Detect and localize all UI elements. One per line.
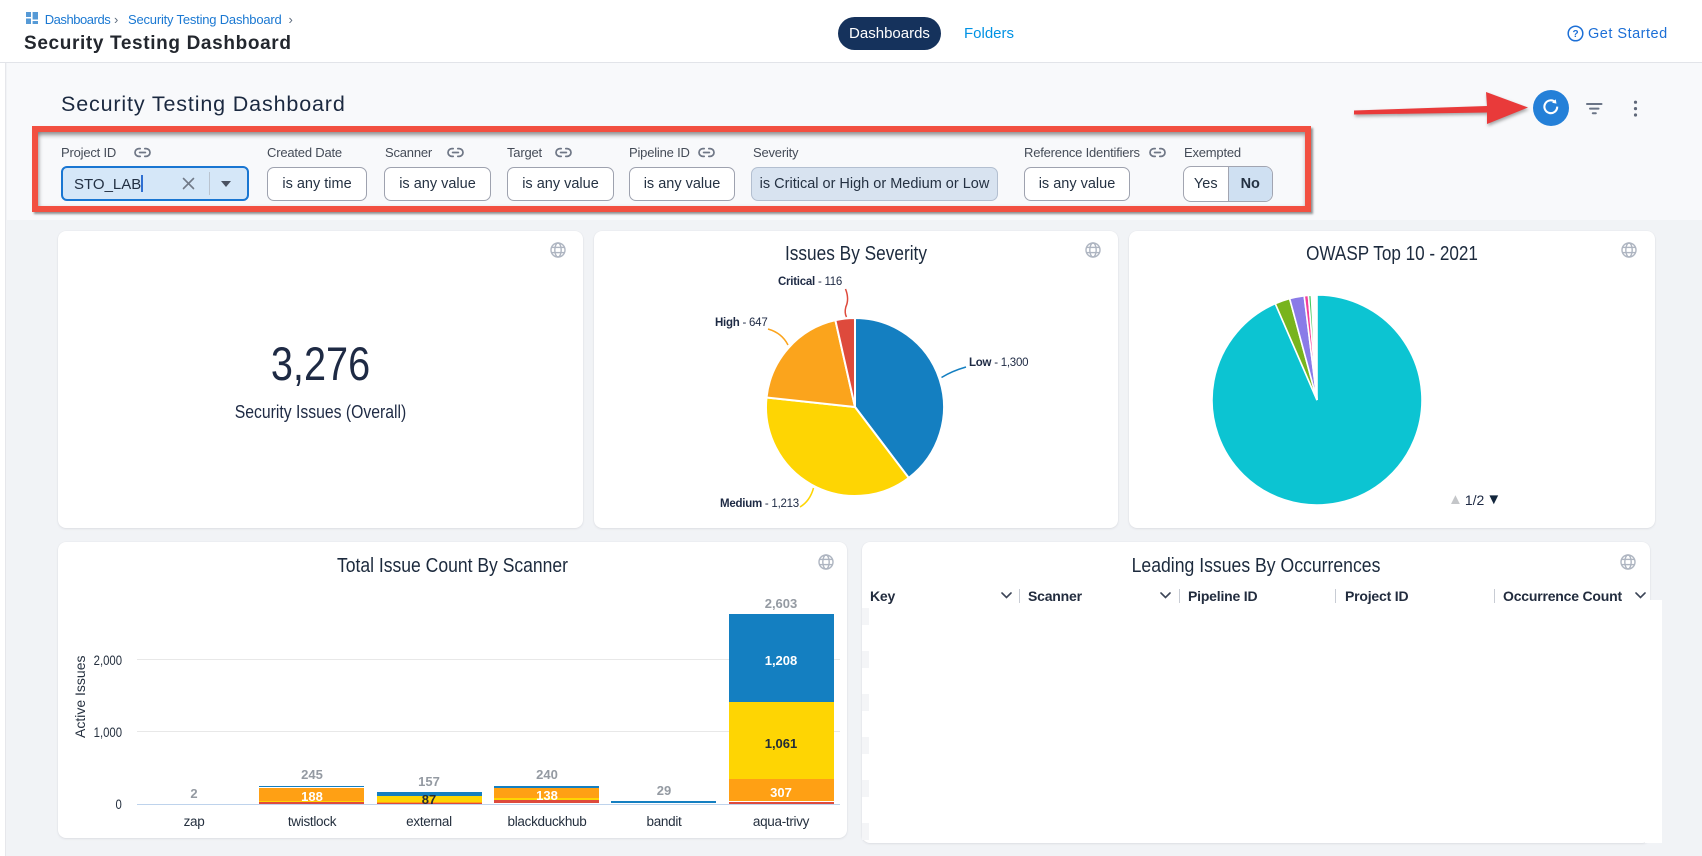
- svg-text:?: ?: [1572, 29, 1578, 40]
